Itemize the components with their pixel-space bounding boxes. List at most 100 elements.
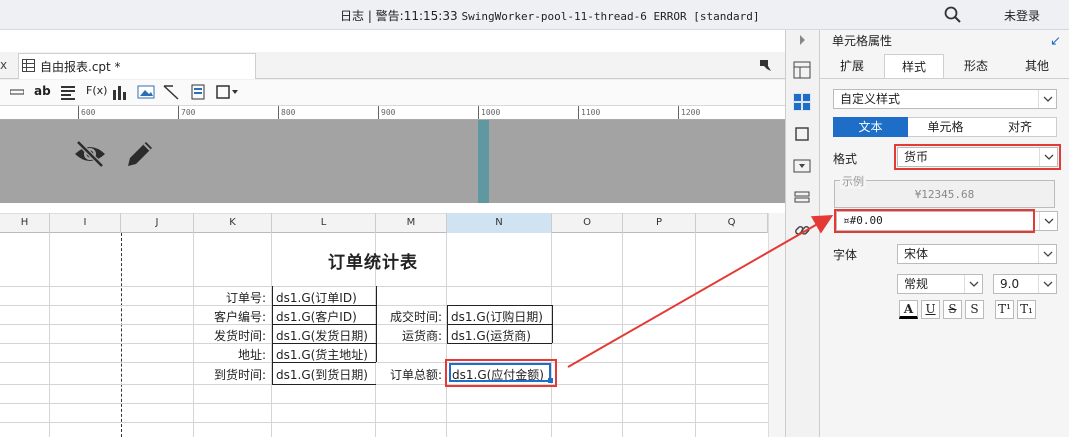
- widget-icon[interactable]: [793, 157, 811, 175]
- tab-form[interactable]: 形态: [946, 54, 1006, 78]
- pencil-icon[interactable]: [124, 138, 158, 173]
- font-label: 字体: [833, 248, 858, 262]
- pin-icon[interactable]: [758, 58, 772, 75]
- font-size-select[interactable]: 9.0: [993, 274, 1057, 294]
- workspace-strip: [0, 30, 785, 52]
- field-deal-time[interactable]: ds1.G(订购日期): [451, 308, 543, 325]
- format-label: 格式: [833, 152, 858, 166]
- col-header[interactable]: K: [194, 213, 272, 233]
- field-customer[interactable]: ds1.G(客户ID): [276, 308, 357, 325]
- panel-title: 单元格属性: [832, 34, 893, 48]
- ruler-label: 1200: [681, 108, 701, 117]
- tab-expand[interactable]: 扩展: [822, 54, 882, 78]
- log-status[interactable]: 日志 | 警告:11:15:33 SwingWorker-pool-11-thr…: [340, 7, 759, 24]
- col-header[interactable]: I: [50, 213, 121, 233]
- font-style-select[interactable]: 常规: [897, 274, 983, 294]
- font-size-value: 9.0: [1000, 277, 1020, 291]
- cell-properties-icon[interactable]: [793, 93, 811, 111]
- chevron-down-icon: [1039, 212, 1057, 230]
- label-total[interactable]: 订单总额:: [376, 366, 442, 383]
- ruler-label: 1100: [581, 108, 601, 117]
- strikethrough-button[interactable]: S: [943, 300, 962, 319]
- row-icon[interactable]: [9, 84, 25, 102]
- link-icon[interactable]: [793, 221, 811, 239]
- chevron-down-icon: [1038, 90, 1056, 108]
- font-color-button[interactable]: A: [899, 300, 918, 319]
- label-address[interactable]: 地址:: [194, 346, 266, 363]
- ruler-label: 700: [181, 108, 196, 117]
- grid-icon: [22, 59, 35, 75]
- search-icon[interactable]: [944, 6, 962, 24]
- font-style-value: 常规: [904, 277, 929, 291]
- tab-other[interactable]: 其他: [1008, 54, 1066, 78]
- eye-off-icon[interactable]: [72, 138, 108, 173]
- subscript-button[interactable]: T₁: [1017, 300, 1036, 319]
- field-ship-date[interactable]: ds1.G(发货日期): [276, 327, 368, 344]
- col-header[interactable]: L: [272, 213, 376, 233]
- segment-text[interactable]: 文本: [833, 117, 908, 137]
- collapse-icon[interactable]: ↙: [1050, 34, 1061, 49]
- underline-button[interactable]: U: [921, 300, 940, 319]
- segment-cell[interactable]: 单元格: [908, 117, 983, 137]
- col-header[interactable]: P: [623, 213, 696, 233]
- highlight-box: [894, 144, 1061, 170]
- col-header-selected[interactable]: N: [447, 213, 552, 233]
- label-customer[interactable]: 客户编号:: [194, 308, 266, 325]
- report-title[interactable]: 订单统计表: [194, 248, 552, 273]
- ruler-label: 1000: [481, 108, 501, 117]
- label-order-id[interactable]: 订单号:: [194, 289, 266, 306]
- layout-icon[interactable]: [793, 61, 811, 79]
- field-address[interactable]: ds1.G(货主地址): [276, 346, 368, 363]
- fill-handle[interactable]: [548, 378, 553, 383]
- chart-icon[interactable]: [112, 84, 128, 102]
- border-icon[interactable]: [215, 84, 239, 102]
- log-label: 日志 | 警告:11:15:33: [340, 9, 458, 23]
- sample-label: 示例: [840, 173, 866, 189]
- label-shipper[interactable]: 运货商:: [376, 327, 442, 344]
- label-deal-time[interactable]: 成交时间:: [376, 308, 442, 325]
- tab-style[interactable]: 样式: [884, 54, 944, 78]
- style-select[interactable]: 自定义样式: [833, 89, 1057, 109]
- highlight-box: [834, 209, 1035, 233]
- font-family-select[interactable]: 宋体: [897, 244, 1057, 264]
- chevron-right-icon[interactable]: [793, 31, 811, 49]
- col-header[interactable]: M: [376, 213, 447, 233]
- font-family-value: 宋体: [904, 247, 929, 261]
- vertical-scrollbar[interactable]: [768, 213, 785, 437]
- align-icon[interactable]: [60, 84, 76, 102]
- label-arrive[interactable]: 到货时间:: [194, 366, 266, 383]
- close-icon[interactable]: x: [0, 58, 7, 72]
- field-arrive[interactable]: ds1.G(到货日期): [276, 366, 368, 383]
- crop-icon[interactable]: [793, 125, 811, 143]
- sample-value: ¥12345.68: [914, 188, 975, 201]
- form-icon[interactable]: [190, 84, 206, 102]
- col-header[interactable]: H: [0, 213, 50, 233]
- tab-title: 自由报表.cpt *: [40, 60, 121, 74]
- tab-divider: [820, 78, 1069, 79]
- col-header[interactable]: Q: [696, 213, 768, 233]
- shadow-button[interactable]: S: [965, 300, 984, 319]
- style-select-value: 自定义样式: [840, 92, 901, 106]
- col-header[interactable]: O: [552, 213, 623, 233]
- login-link[interactable]: 未登录: [1004, 7, 1040, 24]
- slash-icon[interactable]: [163, 84, 179, 102]
- chevron-down-icon: [1038, 275, 1056, 293]
- formula-button[interactable]: F(x): [86, 84, 107, 102]
- text-button[interactable]: ab: [34, 84, 51, 102]
- selected-cell[interactable]: [449, 363, 551, 382]
- superscript-button[interactable]: T¹: [995, 300, 1014, 319]
- ruler-label: 900: [381, 108, 396, 117]
- ruler-label: 600: [81, 108, 96, 117]
- field-order-id[interactable]: ds1.G(订单ID): [276, 289, 357, 306]
- col-header[interactable]: J: [121, 213, 194, 233]
- ruler-label: 800: [281, 108, 296, 117]
- chevron-down-icon: [1038, 245, 1056, 263]
- page-marker: [478, 120, 489, 203]
- canvas-header-area: [0, 120, 785, 203]
- field-shipper[interactable]: ds1.G(运货商): [451, 327, 531, 344]
- page-break-line: [121, 233, 122, 437]
- label-ship-date[interactable]: 发货时间:: [194, 327, 266, 344]
- data-icon[interactable]: [793, 189, 811, 207]
- segment-align[interactable]: 对齐: [983, 117, 1057, 137]
- image-icon[interactable]: [137, 84, 155, 102]
